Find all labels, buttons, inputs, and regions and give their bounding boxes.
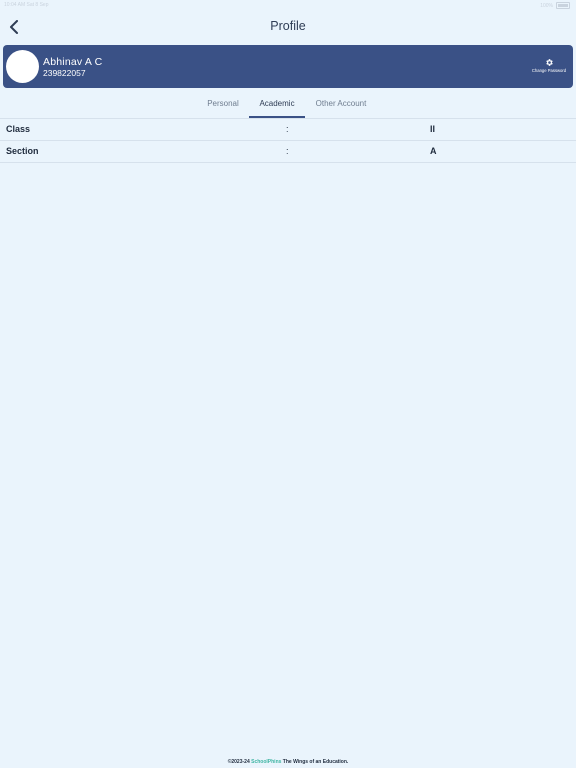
gear-icon [545,59,553,66]
status-indicators: 100% [540,2,570,9]
section-label: Section [6,146,39,156]
avatar[interactable] [6,50,39,83]
battery-percent: 100% [540,2,553,9]
row-separator: : [286,146,289,156]
status-time: 10:04 AM Sat 8 Sep [4,2,49,8]
tab-academic[interactable]: Academic [249,92,305,118]
academic-details: Class : II Section : A [0,119,576,163]
page-title: Profile [270,19,306,33]
row-separator: : [286,124,289,134]
tab-personal[interactable]: Personal [198,92,248,117]
class-value: II [430,124,436,134]
profile-screen: 10:04 AM Sat 8 Sep 100% Profile Abhinav … [0,0,576,768]
change-password-button[interactable]: Change Password [529,58,569,73]
section-value: A [430,146,437,156]
battery-icon [556,2,570,9]
student-name: Abhinav A C [43,56,103,68]
table-row: Class : II [0,119,576,141]
profile-card: Abhinav A C 239822057 Change Password [3,45,573,88]
footer-copyright: ©2023-24 [227,759,250,765]
tab-other-account[interactable]: Other Account [306,92,376,117]
top-bar: Profile [0,12,576,42]
footer-brand: SchoolPhins [251,759,282,765]
footer: ©2023-24 SchoolPhins The Wings of an Edu… [0,759,576,765]
footer-tagline: The Wings of an Education. [282,759,349,765]
status-bar: 10:04 AM Sat 8 Sep 100% [0,0,576,10]
change-password-label: Change Password [531,68,567,73]
table-row: Section : A [0,141,576,163]
profile-tabs: Personal Academic Other Account [0,92,576,119]
class-label: Class [6,124,31,134]
student-id: 239822057 [43,68,86,78]
